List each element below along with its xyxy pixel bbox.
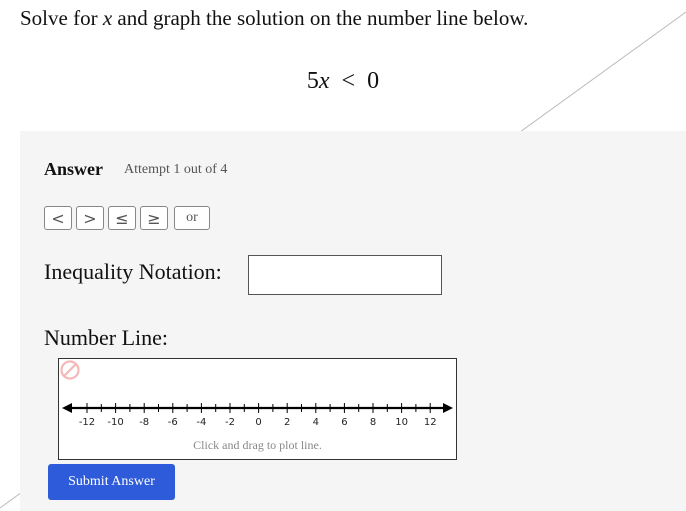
or-button[interactable]: or (174, 206, 210, 230)
question-variable: x (102, 6, 113, 30)
number-line-tick-label: 12 (424, 417, 437, 428)
number-line-hint: Click and drag to plot line. (193, 438, 322, 452)
equation: 5x < 0 (0, 68, 686, 95)
equation-rhs: 0 (367, 68, 380, 94)
number-line-tick-label: -10 (107, 417, 123, 428)
answer-panel: Answer Attempt 1 out of 4 < > ≤ ≥ or Ine… (20, 131, 686, 511)
inequality-input[interactable] (248, 255, 442, 295)
number-line-tick-label: -6 (168, 417, 178, 428)
number-line-tick-label: 10 (395, 417, 408, 428)
number-line-tick-label: -12 (79, 417, 95, 428)
number-line-tick-label: -8 (139, 417, 149, 428)
less-equal-button[interactable]: ≤ (108, 206, 136, 230)
question-text: Solve for x and graph the solution on th… (20, 6, 528, 31)
no-entry-icon[interactable] (59, 359, 81, 381)
number-line-tick-label: 0 (255, 417, 261, 428)
number-line-label: Number Line: (44, 325, 169, 350)
number-line-tick-label: 2 (284, 417, 290, 428)
number-line-tick-label: 8 (370, 417, 376, 428)
question-suffix: and graph the solution on the number lin… (112, 6, 529, 30)
answer-title: Answer (44, 159, 103, 179)
attempt-counter: Attempt 1 out of 4 (124, 162, 228, 177)
number-line-tick-label: -2 (225, 417, 235, 428)
inequality-label: Inequality Notation: (44, 259, 222, 284)
number-line-tick-label: -4 (196, 417, 206, 428)
equation-variable: x (318, 68, 330, 94)
right-arrow-icon (443, 403, 453, 413)
number-line-area[interactable]: -12 -10 -8 -6 -4 -2 0 2 4 6 8 10 12 Click and drag t… (58, 358, 457, 460)
number-line-tick-label: 6 (341, 417, 347, 428)
number-line-tick-label: 4 (313, 417, 319, 428)
greater-than-button[interactable]: > (76, 206, 104, 230)
question-prefix: Solve for (20, 6, 103, 30)
submit-answer-button[interactable]: Submit Answer (48, 464, 175, 500)
greater-equal-button[interactable]: ≥ (140, 206, 168, 230)
equation-coef: 5 (306, 68, 319, 94)
symbol-toolbar: < > ≤ ≥ or (44, 206, 210, 230)
left-arrow-icon (62, 403, 72, 413)
equation-relation: < (341, 68, 356, 94)
less-than-button[interactable]: < (44, 206, 72, 230)
